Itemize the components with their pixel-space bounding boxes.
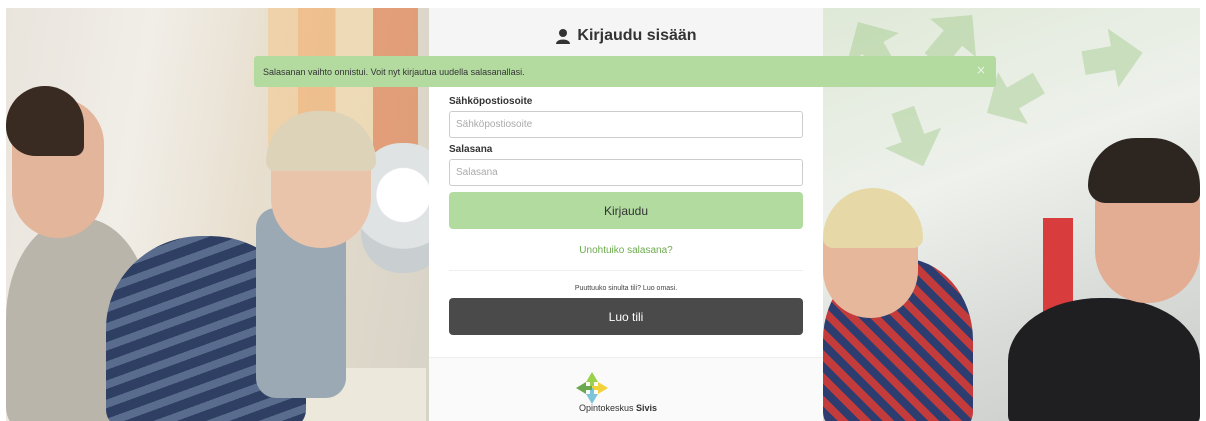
decorative-arrow-icon xyxy=(875,100,952,177)
logo-text-brand: Sivis xyxy=(636,403,658,413)
password-label: Salasana xyxy=(449,144,493,155)
page-title: Kirjaudu sisään xyxy=(577,27,697,44)
login-button[interactable]: Kirjaudu xyxy=(449,192,803,229)
person-hair xyxy=(6,86,84,156)
decorative-arrow-icon xyxy=(1078,23,1148,93)
logo-text-prefix: Opintokeskus xyxy=(579,403,634,413)
card-footer: Opintokeskus Sivis xyxy=(429,357,823,421)
login-form: Sähköpostiosoite Salasana Kirjaudu Unoht… xyxy=(429,96,823,335)
red-binder xyxy=(1043,218,1073,313)
forgot-password-link[interactable]: Unohtuiko salasana? xyxy=(449,245,803,256)
close-icon[interactable]: × xyxy=(976,63,986,77)
create-account-button[interactable]: Luo tili xyxy=(449,298,803,335)
divider xyxy=(449,270,803,271)
alert-message: Salasanan vaihto onnistui. Voit nyt kirj… xyxy=(263,66,525,77)
person-hair xyxy=(1088,138,1200,203)
email-field[interactable] xyxy=(449,111,803,138)
email-label: Sähköpostiosoite xyxy=(449,96,533,107)
sivis-logo-icon xyxy=(574,370,610,406)
logo-text: Opintokeskus Sivis xyxy=(579,403,657,413)
success-alert: Salasanan vaihto onnistui. Voit nyt kirj… xyxy=(254,56,996,87)
password-field[interactable] xyxy=(449,159,803,186)
person-body xyxy=(1008,298,1200,421)
no-account-text: Puuttuuko sinulta tili? Luo omasi. xyxy=(574,285,678,292)
user-icon xyxy=(555,28,571,44)
person-hair xyxy=(823,188,923,248)
